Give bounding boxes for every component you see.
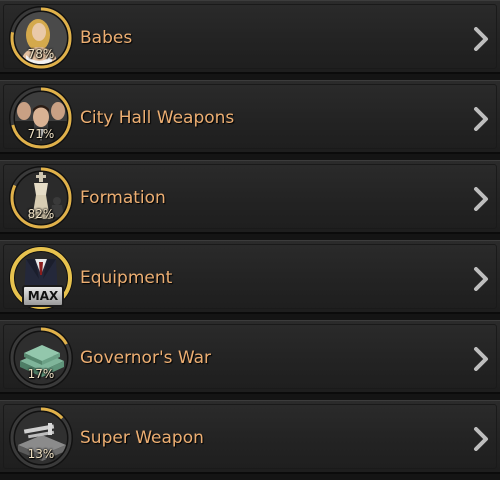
city-hall-weapons-icon-wrap: 71% (8, 85, 74, 151)
row-super-weapon[interactable]: 13% Super Weapon (0, 400, 500, 474)
row-label-babes: Babes (80, 28, 133, 48)
cash-stack-icon (9, 326, 73, 390)
babes-icon-wrap: 78% (8, 5, 74, 71)
progress-text-governors-war: 17% (27, 367, 55, 381)
feature-list: 78% Babes 71% City Hall Weapons 82% Form… (0, 0, 500, 480)
row-governors-war[interactable]: 17% Governor's War (0, 320, 500, 394)
row-label-super-weapon: Super Weapon (80, 428, 204, 448)
row-label-equipment: Equipment (80, 268, 173, 288)
super-weapon-icon-wrap: 13% (8, 405, 74, 471)
row-formation[interactable]: 82% Formation (0, 160, 500, 234)
row-label-city-hall-weapons: City Hall Weapons (80, 108, 235, 128)
babe-portrait-icon (9, 6, 73, 70)
chevron-right-icon (474, 427, 488, 451)
progress-text-babes: 78% (27, 47, 55, 61)
equipment-icon-wrap: MAX (8, 245, 74, 311)
progress-text-formation: 82% (27, 207, 55, 221)
max-badge: MAX (22, 285, 64, 307)
progress-text-city-hall-weapons: 71% (27, 127, 55, 141)
row-equipment[interactable]: MAX Equipment (0, 240, 500, 314)
chevron-right-icon (474, 27, 488, 51)
chevron-right-icon (474, 267, 488, 291)
chess-king-icon (9, 166, 73, 230)
row-city-hall-weapons[interactable]: 71% City Hall Weapons (0, 80, 500, 154)
chevron-right-icon (474, 347, 488, 371)
governors-war-icon-wrap: 17% (8, 325, 74, 391)
row-babes[interactable]: 78% Babes (0, 0, 500, 74)
formation-icon-wrap: 82% (8, 165, 74, 231)
weapon-crate-icon (9, 406, 73, 470)
row-label-governors-war: Governor's War (80, 348, 212, 368)
gangsters-portrait-icon (9, 86, 73, 150)
chevron-right-icon (474, 107, 488, 131)
progress-text-super-weapon: 13% (27, 447, 55, 461)
row-label-formation: Formation (80, 188, 166, 208)
chevron-right-icon (474, 187, 488, 211)
